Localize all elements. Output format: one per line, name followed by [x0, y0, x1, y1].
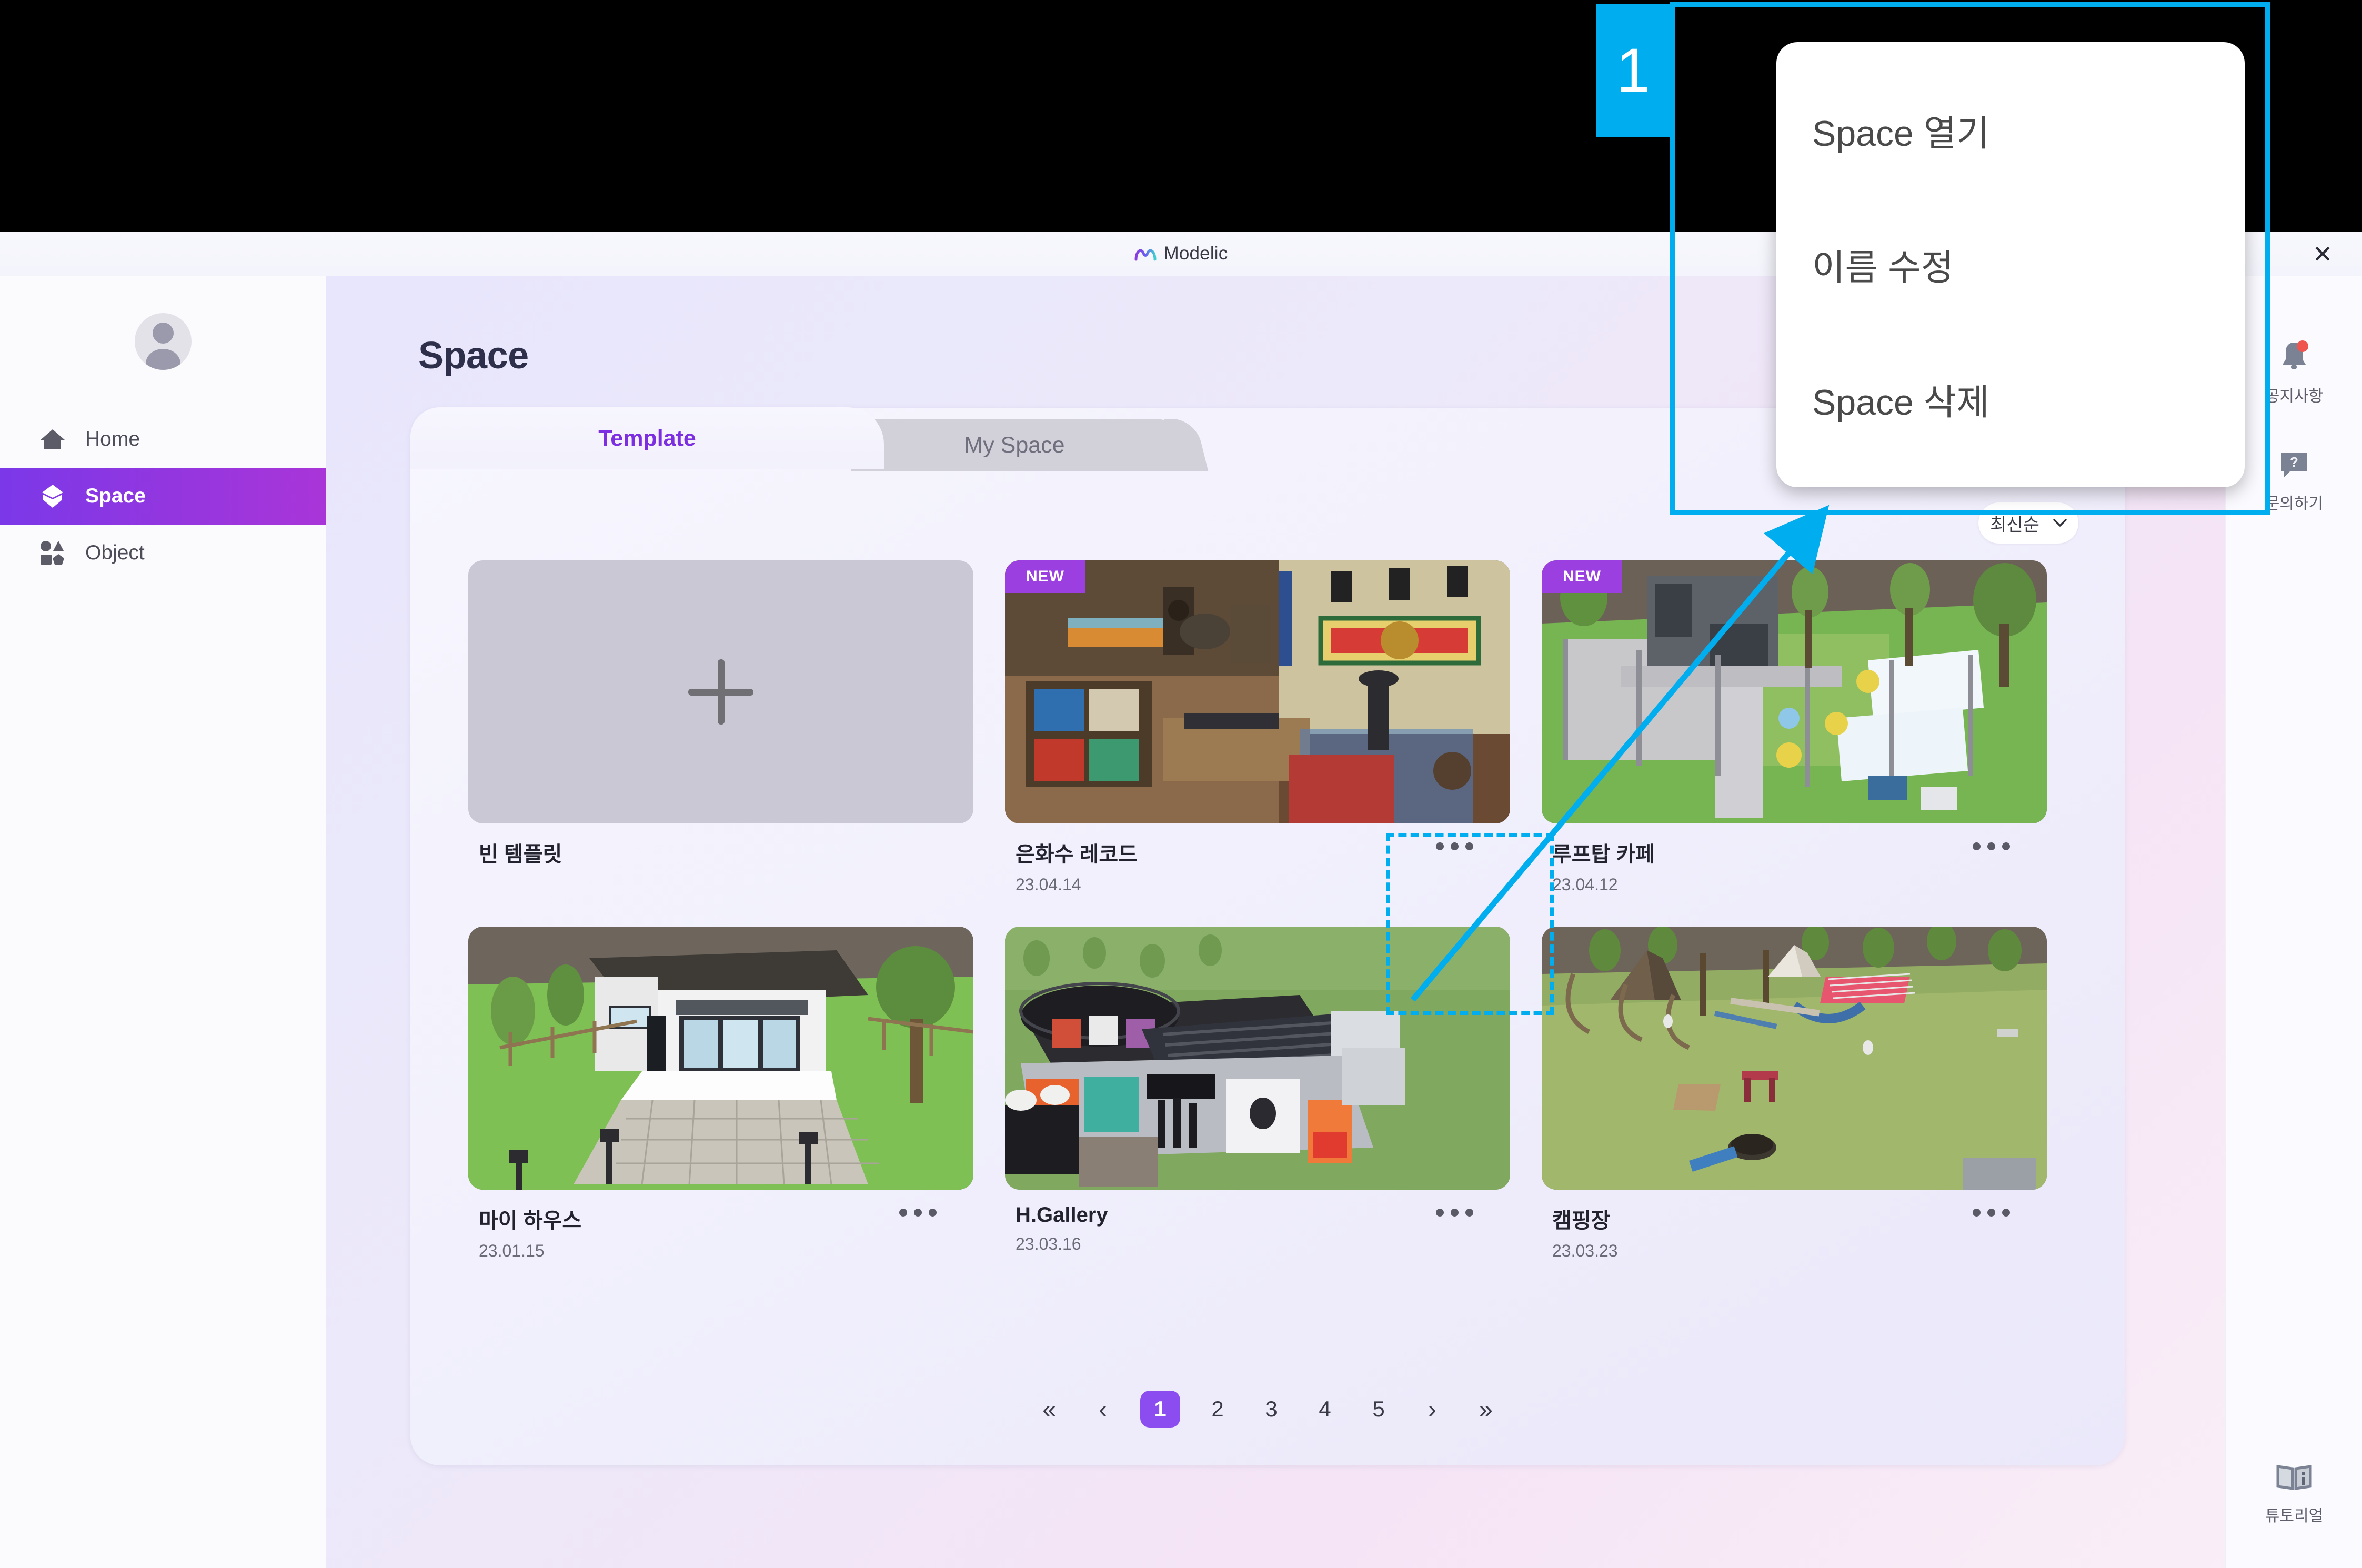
chevron-down-icon [2053, 519, 2067, 527]
card-more-menu-button[interactable] [1436, 1209, 1473, 1217]
card-thumbnail[interactable] [1542, 927, 2047, 1190]
space-card[interactable]: 캠핑장 23.03.23 [1542, 927, 2047, 1261]
thumbnail-image [468, 927, 973, 1190]
pagination-first[interactable]: « [1033, 1391, 1066, 1428]
card-date: 23.03.16 [1016, 1234, 1081, 1253]
pagination-page-4[interactable]: 4 [1309, 1391, 1341, 1428]
card-thumbnail[interactable]: NEW [1005, 560, 1510, 823]
pagination-last[interactable]: » [1470, 1391, 1502, 1428]
tab-template-label: Template [598, 425, 696, 451]
rail-item-notice-label: 공지사항 [2265, 388, 2324, 405]
close-icon[interactable]: ✕ [2299, 232, 2346, 276]
card-meta: H.Gallery 23.03.16 [1005, 1203, 1510, 1261]
sidebar-item-home[interactable]: Home [0, 411, 326, 468]
annotation-step-number: 1 [1596, 4, 1671, 137]
sidebar-item-label-home: Home [85, 428, 140, 450]
thumbnail-image [1542, 927, 2047, 1190]
home-icon [38, 428, 67, 451]
card-more-menu-button[interactable] [1973, 1209, 2010, 1217]
space-card[interactable]: 마이 하우스 23.01.15 [468, 927, 973, 1261]
book-info-icon [2276, 1463, 2313, 1495]
badge-new: NEW [1542, 560, 1622, 593]
space-card[interactable]: 빈 템플릿 [468, 560, 973, 895]
sidebar-item-space[interactable]: Space [0, 468, 326, 525]
content-panel: My Space Template 최신순 빈 템플릿 NEW 은화수 레코드 … [410, 407, 2125, 1465]
pagination-page-3[interactable]: 3 [1255, 1391, 1288, 1428]
bell-icon [2278, 339, 2310, 376]
card-meta: 빈 템플릿 [468, 837, 973, 895]
card-title: 빈 템플릿 [479, 843, 562, 866]
plus-icon [688, 659, 753, 725]
context-menu-item-open-space[interactable]: Space 열기 [1776, 104, 2245, 156]
card-meta: 마이 하우스 23.01.15 [468, 1203, 973, 1261]
card-thumbnail[interactable]: NEW [1542, 560, 2047, 823]
question-chat-icon: ? [2278, 450, 2310, 483]
card-date: 23.04.12 [1552, 875, 1618, 894]
avatar[interactable] [134, 313, 192, 370]
cube-icon [38, 484, 67, 509]
rail-item-notice[interactable]: 공지사항 [2226, 339, 2362, 406]
badge-new: NEW [1005, 560, 1085, 593]
card-more-menu-button[interactable] [1973, 842, 2010, 850]
sort-dropdown-label: 최신순 [1990, 515, 2039, 535]
context-menu: Space 열기 이름 수정 Space 삭제 [1776, 42, 2245, 487]
space-card[interactable]: NEW 루프탑 카페 23.04.12 [1542, 560, 2047, 895]
card-date: 23.01.15 [479, 1241, 545, 1260]
rail-item-inquiry-label: 문의하기 [2265, 495, 2324, 512]
pagination-page-1[interactable]: 1 [1140, 1391, 1180, 1428]
brand-text: Modelic [1163, 243, 1228, 264]
card-title: 캠핑장 [1552, 1209, 1611, 1232]
card-more-menu-button[interactable] [899, 1209, 937, 1217]
card-meta: 루프탑 카페 23.04.12 [1542, 837, 2047, 895]
screenshot-root: Modelic ✕ Home Space Object Space My Spa… [0, 0, 2362, 1568]
annotation-target-highlight [1386, 833, 1554, 1015]
tab-my-space[interactable]: My Space [851, 419, 1178, 471]
card-title: 루프탑 카페 [1552, 843, 1655, 866]
sidebar-item-label-space: Space [85, 485, 146, 507]
context-menu-item-delete-space[interactable]: Space 삭제 [1776, 373, 2245, 425]
sidebar-nav: Home Space Object [0, 411, 326, 581]
pagination-next[interactable]: › [1416, 1391, 1449, 1428]
svg-text:?: ? [2290, 454, 2298, 470]
rail-item-inquiry[interactable]: ? 문의하기 [2226, 450, 2362, 514]
left-sidebar: Home Space Object [0, 276, 326, 1568]
pagination: « ‹ 1 2 3 4 5 › » [410, 1391, 2125, 1428]
rail-item-tutorial[interactable]: 튜토리얼 [2226, 1463, 2362, 1526]
pagination-prev[interactable]: ‹ [1087, 1391, 1119, 1428]
card-title: 마이 하우스 [479, 1209, 582, 1232]
right-rail: 공지사항 ? 문의하기 튜토리얼 [2225, 276, 2362, 1568]
card-meta: 캠핑장 23.03.23 [1542, 1203, 2047, 1261]
card-date: 23.03.23 [1552, 1241, 1618, 1260]
annotation-callout-frame-top [1670, 2, 2270, 7]
card-thumbnail[interactable] [468, 927, 973, 1190]
brand: Modelic [1134, 243, 1228, 264]
pagination-page-5[interactable]: 5 [1362, 1391, 1395, 1428]
sidebar-item-label-object: Object [85, 541, 145, 564]
tab-template[interactable]: Template [410, 407, 884, 469]
thumbnail-image [1542, 560, 2047, 823]
pagination-page-2[interactable]: 2 [1201, 1391, 1234, 1428]
shapes-icon [38, 540, 67, 566]
context-menu-item-rename[interactable]: 이름 수정 [1776, 238, 2245, 290]
page-title: Space [418, 335, 529, 377]
tab-my-space-label: My Space [964, 432, 1065, 458]
thumbnail-image [1005, 560, 1510, 823]
card-thumbnail-empty[interactable] [468, 560, 973, 823]
modelic-logo-icon [1134, 246, 1157, 262]
sort-dropdown[interactable]: 최신순 [1978, 502, 2078, 544]
sidebar-item-object[interactable]: Object [0, 525, 326, 581]
space-card-grid: 빈 템플릿 NEW 은화수 레코드 23.04.14 NEW 루프탑 카페 23… [468, 560, 2078, 1261]
rail-item-tutorial-label: 튜토리얼 [2265, 1507, 2324, 1525]
